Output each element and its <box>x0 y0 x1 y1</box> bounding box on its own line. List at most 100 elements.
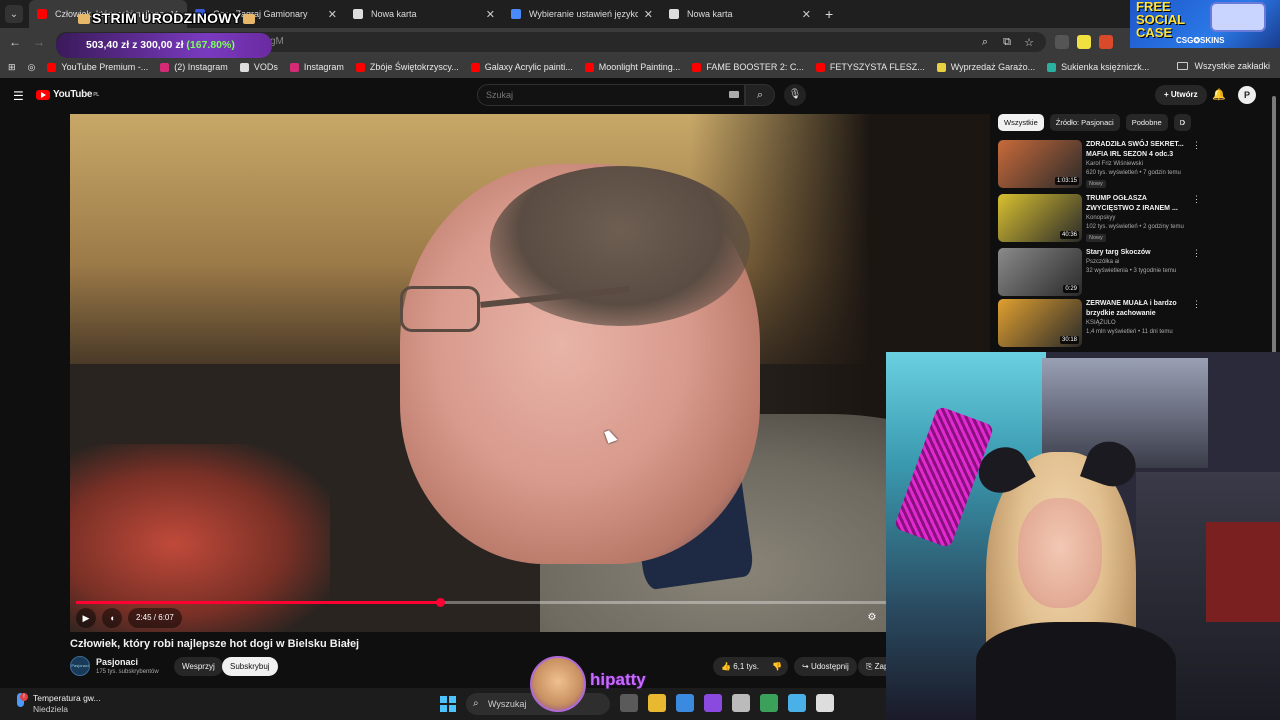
bookmark-item[interactable]: (2) Instagram <box>160 62 228 72</box>
bookmark-label: FETYSZYSTA FLESZ... <box>829 62 925 72</box>
recommended-video-title[interactable]: Stary targ Skoczów <box>1086 248 1192 258</box>
hamburger-menu-icon[interactable]: ☰ <box>13 89 24 103</box>
forward-button[interactable]: → <box>27 35 51 49</box>
back-button[interactable]: ← <box>3 35 27 49</box>
recommended-video-title[interactable]: ZERWANE MUAŁA i bardzo brzydkie zachowan… <box>1086 299 1192 319</box>
bookmark-item[interactable]: Zbóje Świętokrzyscy... <box>355 62 459 72</box>
bookmark-favicon-icon <box>355 62 365 72</box>
video-duration: 0:29 <box>1063 285 1079 293</box>
close-icon[interactable]: ✕ <box>486 8 495 21</box>
bookmark-item[interactable]: Wyprzedaż Garażo... <box>936 62 1035 72</box>
weather-title[interactable]: Temperatura gw... <box>33 693 101 703</box>
youtube-logo[interactable]: YouTube PL <box>36 89 99 100</box>
recommended-video[interactable]: 0:29 Stary targ Skoczów Pszczółka ai 32 wyś… <box>998 248 1208 296</box>
app-purple-icon[interactable] <box>704 694 722 712</box>
search-input[interactable]: Szukaj <box>477 84 745 106</box>
play-button[interactable]: ▶ <box>76 608 96 628</box>
support-button[interactable]: Wesprzyj <box>174 657 223 676</box>
close-icon[interactable]: ✕ <box>802 8 811 21</box>
zoom-icon[interactable]: ⌕ <box>978 35 992 49</box>
account-avatar[interactable]: P <box>1238 86 1256 104</box>
bookmark-item[interactable]: YouTube Premium -... <box>47 62 148 72</box>
recommended-video[interactable]: 1:03:15 ZDRADZIŁA SWÓJ SEKRET... MAFIA IR… <box>998 140 1208 188</box>
filter-chip[interactable]: Podobne <box>1125 114 1168 131</box>
more-options-icon[interactable]: ⋮ <box>1192 140 1201 151</box>
browser-tab[interactable]: Nowa karta ✕ <box>661 0 819 28</box>
more-options-icon[interactable]: ⋮ <box>1192 248 1201 259</box>
promo-banner: FREE SOCIAL CASE CSG✪SKINS <box>1130 0 1280 48</box>
volume-icon[interactable]: ◖ <box>102 608 122 628</box>
video-frame-glasses <box>400 286 480 332</box>
extension-icon[interactable] <box>1077 35 1091 49</box>
progress-played <box>76 601 441 604</box>
recommended-channel[interactable]: KSIĄŻULO <box>1086 320 1116 326</box>
video-thumbnail[interactable]: 30:18 <box>998 299 1082 347</box>
webcam-feed <box>886 352 1280 720</box>
all-bookmarks-button[interactable]: Wszystkie zakładki <box>1177 61 1270 71</box>
recommended-channel[interactable]: Karol Friz Wiśniewski <box>1086 161 1143 167</box>
recommended-channel[interactable]: Konopskyy <box>1086 215 1115 221</box>
filter-chip[interactable]: Wszystkie <box>998 114 1044 131</box>
video-thumbnail[interactable]: 40:36 <box>998 194 1082 242</box>
recommended-video-title[interactable]: TRUMP OGŁASZA ZWYCIĘSTWO Z IRANEM ... <box>1086 194 1192 214</box>
more-options-icon[interactable]: ⋮ <box>1192 299 1201 310</box>
recommended-video[interactable]: 40:36 TRUMP OGŁASZA ZWYCIĘSTWO Z IRANEM .… <box>998 194 1208 242</box>
browser-tab[interactable]: Nowa karta ✕ <box>345 0 503 28</box>
store-icon[interactable] <box>676 694 694 712</box>
bookmark-item[interactable]: Moonlight Painting... <box>584 62 680 72</box>
bookmark-item[interactable]: VODs <box>239 62 278 72</box>
scrollbar-thumb[interactable] <box>1272 96 1276 356</box>
extension-icon[interactable] <box>1099 35 1113 49</box>
bookmark-icon[interactable]: ◎ <box>28 62 36 73</box>
recommended-video[interactable]: 30:18 ZERWANE MUAŁA i bardzo brzydkie zac… <box>998 299 1208 347</box>
chevron-right-icon[interactable]: › <box>1182 117 1185 128</box>
streamer-avatar <box>530 656 586 712</box>
video-player[interactable] <box>70 114 990 632</box>
recommended-video-title[interactable]: ZDRADZIŁA SWÓJ SEKRET... MAFIA IRL SEZON… <box>1086 140 1192 160</box>
channel-avatar[interactable]: Pasjonaci <box>70 656 90 676</box>
start-button-icon[interactable] <box>440 696 456 712</box>
like-button[interactable]: 👍 6,1 tys. <box>713 657 767 676</box>
more-options-icon[interactable]: ⋮ <box>1192 194 1201 205</box>
filter-chip[interactable]: Źródło: Pasjonaci <box>1049 114 1120 131</box>
bookmark-item[interactable]: Sukienka księżniczk... <box>1047 62 1149 72</box>
bookmark-item[interactable]: FETYSZYSTA FLESZ... <box>815 62 925 72</box>
close-icon[interactable]: ✕ <box>328 8 337 21</box>
bookmark-item[interactable]: Galaxy Acrylic painti... <box>470 62 573 72</box>
bookmark-star-icon[interactable]: ☆ <box>1022 35 1036 49</box>
keyboard-icon[interactable] <box>729 91 739 98</box>
video-thumbnail[interactable]: 1:03:15 <box>998 140 1082 188</box>
cake-icon <box>78 14 90 24</box>
bookmark-item[interactable]: FAME BOOSTER 2: C... <box>692 62 804 72</box>
weather-widget-icon[interactable]: ! <box>14 693 28 711</box>
recommended-channel[interactable]: Pszczółka ai <box>1086 259 1119 265</box>
channel-name[interactable]: Pasjonaci <box>96 657 138 667</box>
chrome-icon[interactable] <box>760 694 778 712</box>
settings-gear-icon[interactable]: ⚙ <box>864 610 880 626</box>
share-button[interactable]: ↪ Udostępnij <box>794 657 857 676</box>
like-count: 6,1 tys. <box>733 662 759 671</box>
tab-search-button[interactable]: ⌄ <box>5 5 23 23</box>
video-progress-bar[interactable] <box>76 598 886 607</box>
task-view-icon[interactable] <box>620 694 638 712</box>
app-wave-icon[interactable] <box>816 694 834 712</box>
bookmark-item[interactable]: Instagram <box>289 62 344 72</box>
app-sync-icon[interactable] <box>732 694 750 712</box>
search-button[interactable]: ⌕ <box>745 84 775 106</box>
save-icon: ⎘ <box>866 662 875 671</box>
subscribe-button[interactable]: Subskrybuj <box>222 657 278 676</box>
notepad-icon[interactable] <box>788 694 806 712</box>
new-tab-button[interactable]: + <box>825 6 833 22</box>
notifications-bell-icon[interactable]: 🔔 <box>1212 88 1226 101</box>
save-button[interactable]: ⎘ Zapisz <box>858 657 886 676</box>
close-icon[interactable]: ✕ <box>644 8 653 21</box>
create-button[interactable]: + Utwórz <box>1155 85 1207 105</box>
browser-tab[interactable]: Wybieranie ustawień językowych ✕ <box>503 0 661 28</box>
video-thumbnail[interactable]: 0:29 <box>998 248 1082 296</box>
apps-grid-icon[interactable]: ⊞ <box>8 62 16 73</box>
extension-icon[interactable] <box>1055 35 1069 49</box>
explorer-icon[interactable] <box>648 694 666 712</box>
install-icon[interactable]: ⧉ <box>1000 35 1014 49</box>
dislike-button[interactable]: 👎 <box>766 657 788 676</box>
voice-search-icon[interactable]: 🎙 <box>784 84 806 106</box>
